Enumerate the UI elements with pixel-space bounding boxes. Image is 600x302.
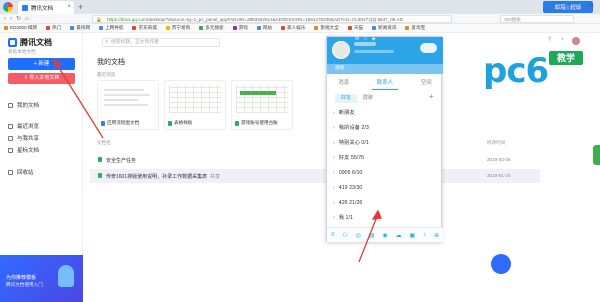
annotation-arrows <box>52 58 382 263</box>
arrow-head-qq <box>371 209 382 220</box>
arrow-to-qq-docs-icon <box>358 213 379 263</box>
arrow-head-new <box>52 58 63 68</box>
arrow-to-new-button <box>55 62 104 139</box>
